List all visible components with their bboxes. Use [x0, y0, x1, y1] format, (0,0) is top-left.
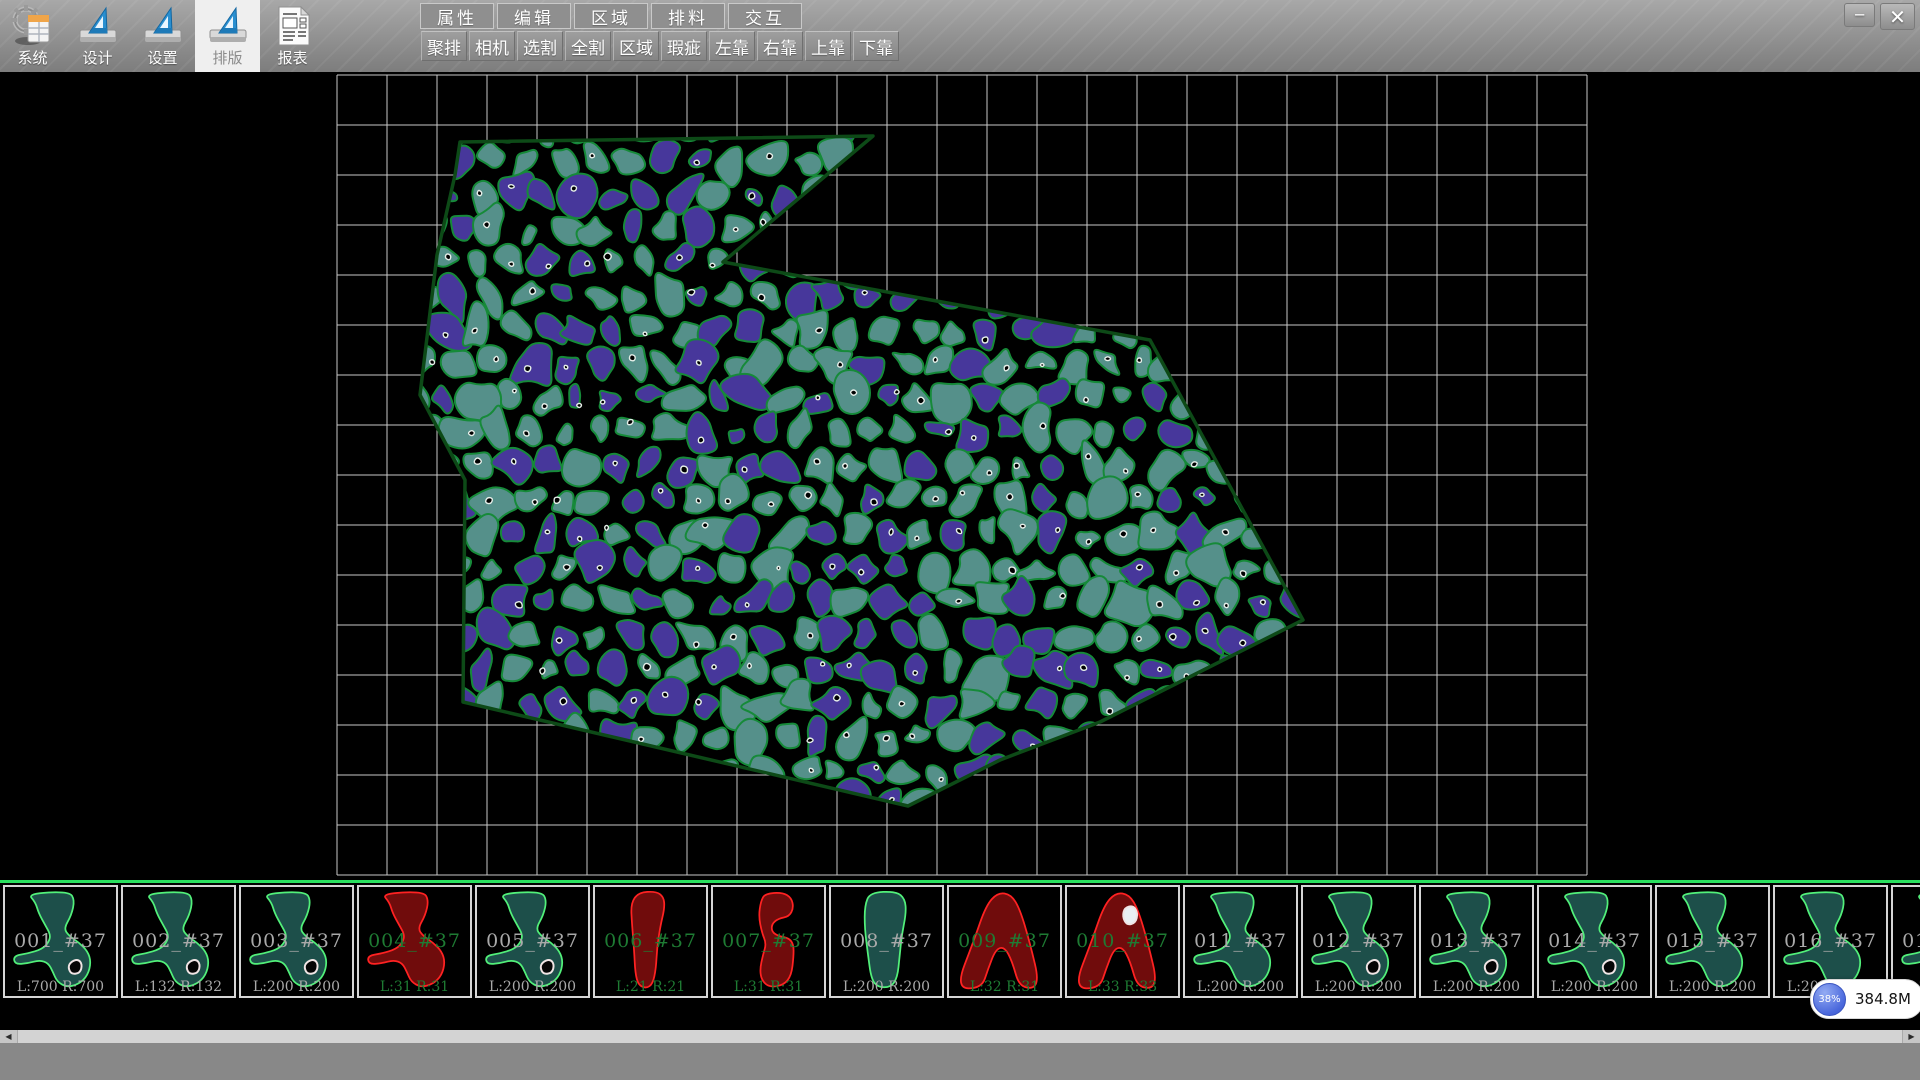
memory-usage-value: 384.8M: [1855, 990, 1911, 1008]
parts-strip-row: 001_#37 L:700 R:700 002_#37 L:132 R:132 003_…: [0, 883, 1920, 998]
part-thumbnail-001_#37[interactable]: 001_#37 L:700 R:700: [3, 885, 118, 998]
scroll-left-arrow-icon[interactable]: ◀: [0, 1030, 18, 1043]
ribbon-tabs: 属性编辑区域排料交互: [420, 3, 802, 29]
part-thumbnail-010_#37[interactable]: 010_#37 L:33 R:33: [1065, 885, 1180, 998]
launcher-item-label: 设计: [82, 48, 112, 68]
nesting-app-window: { "window": {"minimize_glyph":"─","close…: [0, 0, 1920, 1080]
part-id-label: 010_#37: [1067, 929, 1178, 951]
scroll-right-arrow-icon[interactable]: ▶: [1902, 1030, 1920, 1043]
ruler-icon: [76, 4, 120, 48]
tool-button-defect[interactable]: 瑕疵: [661, 31, 707, 61]
part-lr-count: L:31 R:31: [359, 979, 470, 995]
part-lr-count: L:31 R:31: [713, 979, 824, 995]
launcher-item-settings[interactable]: 设置: [130, 0, 195, 72]
tab-region[interactable]: 区域: [574, 3, 648, 29]
part-thumbnail-011_#37[interactable]: 011_#37 L:200 R:200: [1183, 885, 1298, 998]
launcher-item-label: 报表: [277, 48, 307, 68]
nesting-canvas[interactable]: [0, 72, 1920, 882]
report-icon: [271, 4, 315, 48]
minimize-button[interactable]: ─: [1844, 3, 1875, 27]
part-id-label: 015_#37: [1657, 929, 1768, 951]
tool-button-snap-down[interactable]: 下靠: [853, 31, 899, 61]
memory-badge: 38% 384.8M: [1810, 979, 1920, 1019]
part-id-label: 003_#37: [241, 929, 352, 951]
part-thumbnail-004_#37[interactable]: 004_#37 L:31 R:31: [357, 885, 472, 998]
part-thumbnail-003_#37[interactable]: 003_#37 L:200 R:200: [239, 885, 354, 998]
tool-button-cut-all[interactable]: 全割: [565, 31, 611, 61]
part-lr-count: L:200 R:200: [1303, 979, 1414, 995]
ruler-icon: [141, 4, 185, 48]
part-id-label: 011_#37: [1185, 929, 1296, 951]
tool-button-region[interactable]: 区域: [613, 31, 659, 61]
part-lr-count: L:33 R:33: [1067, 979, 1178, 995]
horizontal-scrollbar[interactable]: ◀ ▶: [0, 1030, 1920, 1043]
part-thumbnail-007_#37[interactable]: 007_#37 L:31 R:31: [711, 885, 826, 998]
part-id-label: 005_#37: [477, 929, 588, 951]
tool-button-cluster-nest[interactable]: 聚排: [421, 31, 467, 61]
part-thumbnail-015_#37[interactable]: 015_#37 L:200 R:200: [1655, 885, 1770, 998]
memory-percent-indicator: 38%: [1813, 983, 1846, 1016]
part-lr-count: L:200 R:200: [241, 979, 352, 995]
part-thumbnail-014_#37[interactable]: 014_#37 L:200 R:200: [1537, 885, 1652, 998]
close-button[interactable]: ✕: [1880, 3, 1915, 30]
part-lr-count: L:21 R:21: [595, 979, 706, 995]
part-id-label: 004_#37: [359, 929, 470, 951]
ribbon-toolbar: 系统设计设置排版报表 属性编辑区域排料交互 聚排相机选割全割区域瑕疵左靠右靠上靠…: [0, 0, 1920, 73]
launcher-item-layout[interactable]: 排版: [195, 0, 260, 72]
part-lr-count: L:200 R:200: [1421, 979, 1532, 995]
part-thumbnail-009_#37[interactable]: 009_#37 L:32 R:31: [947, 885, 1062, 998]
part-lr-count: L:132 R:132: [123, 979, 234, 995]
system-icon: [11, 4, 55, 48]
tool-button-select-cut[interactable]: 选割: [517, 31, 563, 61]
part-thumbnail-006_#37[interactable]: 006_#37 L:21 R:21: [593, 885, 708, 998]
tool-button-snap-up[interactable]: 上靠: [805, 31, 851, 61]
part-lr-count: L:700 R:700: [5, 979, 116, 995]
part-lr-count: L:32 R:31: [949, 979, 1060, 995]
part-id-label: 008_#37: [831, 929, 942, 951]
part-id-label: 017_#37: [1893, 929, 1920, 951]
launcher-item-label: 系统: [17, 48, 47, 68]
launcher-item-report[interactable]: 报表: [260, 0, 325, 72]
launcher-item-system[interactable]: 系统: [0, 0, 65, 72]
tab-nesting[interactable]: 排料: [651, 3, 725, 29]
tab-interact[interactable]: 交互: [728, 3, 802, 29]
ruler-icon: [206, 4, 250, 48]
part-thumbnail-002_#37[interactable]: 002_#37 L:132 R:132: [121, 885, 236, 998]
launcher-item-design[interactable]: 设计: [65, 0, 130, 72]
tool-button-camera[interactable]: 相机: [469, 31, 515, 61]
ribbon-tool-row: 聚排相机选割全割区域瑕疵左靠右靠上靠下靠: [421, 31, 899, 61]
part-id-label: 013_#37: [1421, 929, 1532, 951]
part-lr-count: L:200 R:200: [477, 979, 588, 995]
tab-edit[interactable]: 编辑: [497, 3, 571, 29]
part-id-label: 014_#37: [1539, 929, 1650, 951]
launcher-bar: 系统 设计 设置 排版 报表: [0, 0, 325, 72]
part-id-label: 012_#37: [1303, 929, 1414, 951]
part-id-label: 002_#37: [123, 929, 234, 951]
part-thumbnail-012_#37[interactable]: 012_#37 L:200 R:200: [1301, 885, 1416, 998]
window-controls: ─ ✕: [1844, 3, 1915, 30]
launcher-item-label: 排版: [212, 48, 242, 68]
launcher-item-label: 设置: [147, 48, 177, 68]
part-lr-count: L:200 R:200: [1185, 979, 1296, 995]
status-bar: [0, 1043, 1920, 1080]
part-thumbnail-013_#37[interactable]: 013_#37 L:200 R:200: [1419, 885, 1534, 998]
part-thumbnail-005_#37[interactable]: 005_#37 L:200 R:200: [475, 885, 590, 998]
part-id-label: 001_#37: [5, 929, 116, 951]
part-id-label: 007_#37: [713, 929, 824, 951]
tool-button-snap-left[interactable]: 左靠: [709, 31, 755, 61]
parts-strip: 001_#37 L:700 R:700 002_#37 L:132 R:132 003_…: [0, 880, 1920, 1030]
part-lr-count: L:200 R:200: [1539, 979, 1650, 995]
part-lr-count: L:200 R:200: [831, 979, 942, 995]
hide-nesting-view[interactable]: [0, 72, 1920, 882]
part-thumbnail-008_#37[interactable]: 008_#37 L:200 R:200: [829, 885, 944, 998]
part-id-label: 016_#37: [1775, 929, 1886, 951]
tab-properties[interactable]: 属性: [420, 3, 494, 29]
tool-button-snap-right[interactable]: 右靠: [757, 31, 803, 61]
part-id-label: 006_#37: [595, 929, 706, 951]
part-id-label: 009_#37: [949, 929, 1060, 951]
part-lr-count: L:200 R:200: [1657, 979, 1768, 995]
